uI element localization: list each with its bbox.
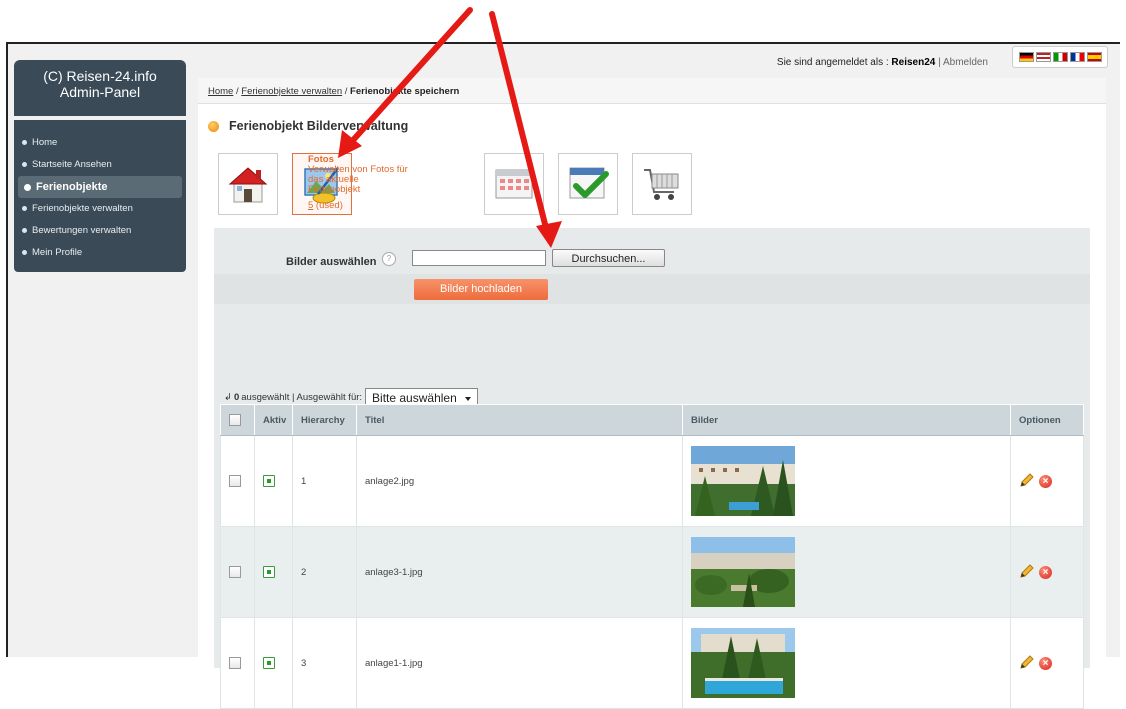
table-row: 2 anlage3-1.jpg × — [220, 526, 1084, 618]
bullet-icon — [22, 161, 27, 167]
active-toggle-icon[interactable] — [263, 657, 275, 669]
orange-bullet-icon — [208, 120, 219, 132]
table-header: Aktiv Hierarchy Titel Bilder Optionen — [220, 404, 1084, 436]
tab-photos-info: Fotos Verwalten von Fotos für das aktuel… — [308, 154, 408, 211]
delete-icon[interactable]: × — [1039, 565, 1052, 579]
tab-availability[interactable] — [558, 153, 618, 215]
edit-pencil-icon[interactable] — [1019, 563, 1035, 582]
col-bilder: Bilder — [682, 404, 1011, 436]
help-icon[interactable]: ? — [382, 252, 396, 266]
main-content: Home / Ferienobjekte verwalten / Ferieno… — [198, 78, 1106, 709]
images-table-section: ↲ 0 ausgewählt | Ausgewählt für: Bitte a… — [214, 324, 1090, 709]
spanish-flag-icon[interactable] — [1086, 52, 1102, 62]
upload-label: Bilder auswählen — [286, 256, 377, 268]
col-hierarchy[interactable]: Hierarchy — [292, 404, 357, 436]
sidebar-item-profile[interactable]: Mein Profile — [14, 242, 186, 264]
login-status: Sie sind angemeldet als : Reisen24 | Abm… — [776, 57, 988, 68]
bullet-icon — [22, 205, 27, 211]
images-table: Aktiv Hierarchy Titel Bilder Optionen 1 … — [220, 404, 1084, 709]
col-titel[interactable]: Titel — [356, 404, 683, 436]
admin-logo: (C) Reisen-24.info Admin-Panel — [14, 60, 186, 116]
col-optionen: Optionen — [1010, 404, 1084, 436]
sidebar-item-home[interactable]: Home — [14, 132, 186, 154]
house-icon — [228, 167, 268, 203]
resort-photo-2[interactable] — [691, 537, 795, 607]
table-row: 3 anlage1-1.jpg × — [220, 617, 1084, 709]
upload-panel: Bilder auswählen ? Durchsuchen... Bilder… — [214, 228, 1090, 324]
select-arrow-icon: ↲ — [224, 391, 232, 403]
german-flag-icon[interactable] — [1018, 52, 1034, 62]
delete-icon[interactable]: × — [1039, 656, 1052, 670]
select-all-checkbox[interactable] — [229, 414, 241, 426]
active-toggle-icon[interactable] — [263, 475, 275, 487]
delete-icon[interactable]: × — [1039, 474, 1052, 488]
tab-calendar[interactable] — [484, 153, 544, 215]
col-aktiv[interactable]: Aktiv — [254, 404, 293, 436]
sidebar-item-startseite[interactable]: Startseite Ansehen — [14, 154, 186, 176]
file-path-input[interactable] — [412, 250, 546, 266]
sidebar-item-ferienobjekte[interactable]: Ferienobjekte — [18, 176, 182, 198]
french-flag-icon[interactable] — [1069, 52, 1085, 62]
sidebar-item-ferienobjekte-verwalten[interactable]: Ferienobjekte verwalten — [14, 198, 186, 220]
breadcrumb-manage[interactable]: Ferienobjekte verwalten — [241, 86, 342, 97]
bullet-icon — [22, 249, 27, 255]
breadcrumb: Home / Ferienobjekte verwalten / Ferieno… — [198, 78, 1106, 104]
checkmark-calendar-icon — [569, 167, 609, 199]
bullet-icon — [24, 183, 31, 191]
tab-house[interactable] — [218, 153, 278, 215]
resort-photo-3[interactable] — [691, 628, 795, 698]
shopping-cart-icon — [644, 169, 679, 200]
bullet-icon — [22, 227, 27, 233]
edit-pencil-icon[interactable] — [1019, 472, 1035, 491]
resort-photo-1[interactable] — [691, 446, 795, 516]
edit-pencil-icon[interactable] — [1019, 654, 1035, 673]
tab-booking[interactable] — [632, 153, 692, 215]
bullet-icon — [22, 139, 27, 145]
english-flag-icon[interactable] — [1035, 52, 1051, 62]
page-title: Ferienobjekt Bilderverwaltung — [208, 119, 408, 133]
row-checkbox[interactable] — [229, 566, 241, 578]
selected-count: 0 — [233, 391, 240, 403]
table-row: 1 anlage2.jpg × — [220, 435, 1084, 527]
top-margin — [0, 0, 1126, 40]
chevron-down-icon — [464, 396, 471, 401]
calendar-icon — [495, 169, 533, 199]
row-checkbox[interactable] — [229, 657, 241, 669]
language-selector — [1012, 46, 1108, 68]
active-toggle-icon[interactable] — [263, 566, 275, 578]
logout-link[interactable]: Abmelden — [943, 57, 988, 68]
breadcrumb-home[interactable]: Home — [208, 86, 233, 97]
browse-button[interactable]: Durchsuchen... — [552, 249, 665, 267]
italian-flag-icon[interactable] — [1052, 52, 1068, 62]
app-window: Sie sind angemeldet als : Reisen24 | Abm… — [6, 42, 1120, 709]
sidebar-item-bewertungen[interactable]: Bewertungen verwalten — [14, 220, 186, 242]
row-checkbox[interactable] — [229, 475, 241, 487]
sidebar-nav: Home Startseite Ansehen Ferienobjekte Fe… — [14, 120, 186, 272]
upload-images-button[interactable]: Bilder hochladen — [414, 279, 548, 300]
breadcrumb-current: Ferienobjekte speichern — [350, 86, 460, 97]
username: Reisen24 — [891, 57, 936, 68]
